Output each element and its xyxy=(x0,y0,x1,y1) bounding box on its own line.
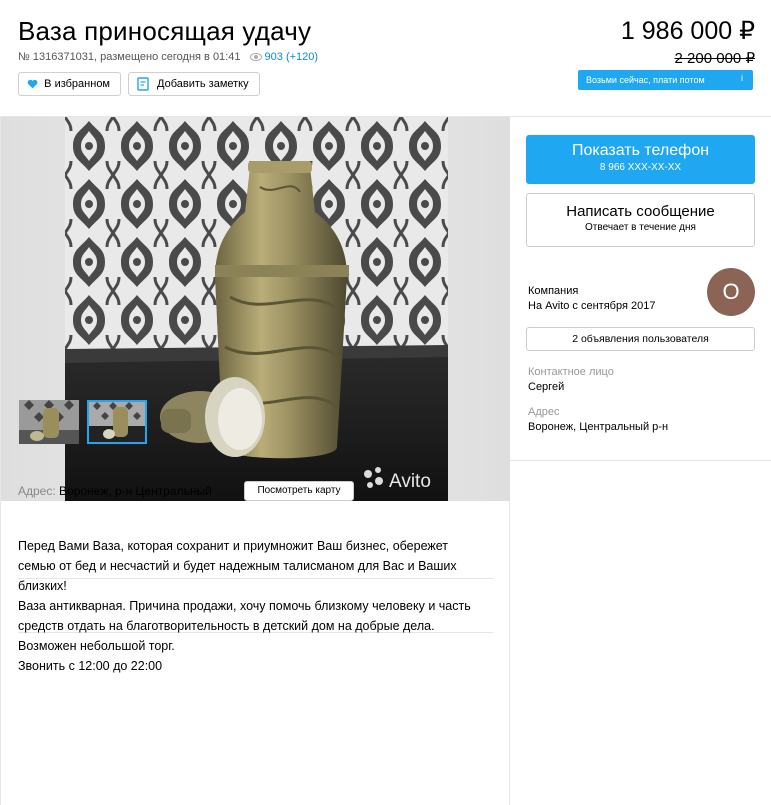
contact-person: Контактное лицо Сергей xyxy=(528,365,614,395)
description: Перед Вами Ваза, которая сохранит и приу… xyxy=(18,536,493,676)
seller-since: На Avito с сентября 2017 xyxy=(528,300,656,312)
favorite-label: В избранном xyxy=(44,78,110,90)
seller-address-label: Адрес xyxy=(528,406,560,418)
seller-type: Компания xyxy=(528,285,579,297)
address-row: Адрес: Воронеж, р-н Центральный xyxy=(18,484,212,498)
contact-person-label: Контактное лицо xyxy=(528,366,614,378)
listing-main-column: Avito xyxy=(0,116,510,805)
show-map-button[interactable]: Посмотреть карту xyxy=(244,481,354,501)
show-phone-button[interactable]: Показать телефон 8 966 XXX-XX-XX xyxy=(526,135,755,184)
address-value: Воронеж, р-н Центральный xyxy=(59,484,212,498)
reply-time: Отвечает в течение дня xyxy=(585,222,696,233)
views-counter: 903 (+120) xyxy=(249,51,319,63)
listing-meta: № 1316371031, размещено сегодня в 01:41 … xyxy=(18,51,318,63)
avatar[interactable]: О xyxy=(707,268,755,316)
listing-number-date: № 1316371031, размещено сегодня в 01:41 xyxy=(18,51,241,63)
views-count: 903 (+120) xyxy=(264,51,319,63)
contact-sidebar: Показать телефон 8 966 XXX-XX-XX Написат… xyxy=(510,116,771,461)
add-note-label: Добавить заметку xyxy=(157,78,249,90)
add-note-button[interactable]: Добавить заметку xyxy=(128,72,260,96)
watermark-text: Avito xyxy=(389,471,431,492)
thumbnail-1-image xyxy=(19,400,79,444)
write-message-label: Написать сообщение xyxy=(566,203,715,220)
seller-info: Компания На Avito с сентября 2017 xyxy=(528,284,655,314)
user-listings-button[interactable]: 2 объявления пользователя xyxy=(526,327,755,351)
thumbnail-1[interactable] xyxy=(19,400,79,444)
write-message-button[interactable]: Написать сообщение Отвечает в течение дн… xyxy=(526,193,755,247)
buy-now-pay-later-button[interactable]: Возьми сейчас, плати потом i xyxy=(578,70,753,90)
description-text: Перед Вами Ваза, которая сохранит и приу… xyxy=(18,539,471,673)
address-label: Адрес: xyxy=(18,484,56,498)
seller-address-value: Воронеж, Центральный р-н xyxy=(528,421,669,433)
favorite-button[interactable]: В избранном xyxy=(18,72,121,96)
thumbnail-2-image xyxy=(89,402,145,442)
buy-now-label: Возьми сейчас, плати потом xyxy=(586,75,705,85)
seller-address: Адрес Воронеж, Центральный р-н xyxy=(528,405,668,435)
show-phone-label: Показать телефон xyxy=(571,142,710,159)
price: 1 986 000 ₽ xyxy=(620,17,755,45)
contact-person-name: Сергей xyxy=(528,381,565,393)
old-price: 2 200 000 ₽ xyxy=(674,50,755,67)
heart-icon xyxy=(27,79,38,89)
thumbnail-2-selected[interactable] xyxy=(87,400,147,444)
phone-masked: 8 966 XXX-XX-XX xyxy=(599,162,682,173)
info-icon[interactable]: i xyxy=(741,73,743,83)
note-icon xyxy=(137,77,149,91)
listing-title: Ваза приносящая удачу xyxy=(18,16,312,46)
eye-icon xyxy=(249,53,262,61)
